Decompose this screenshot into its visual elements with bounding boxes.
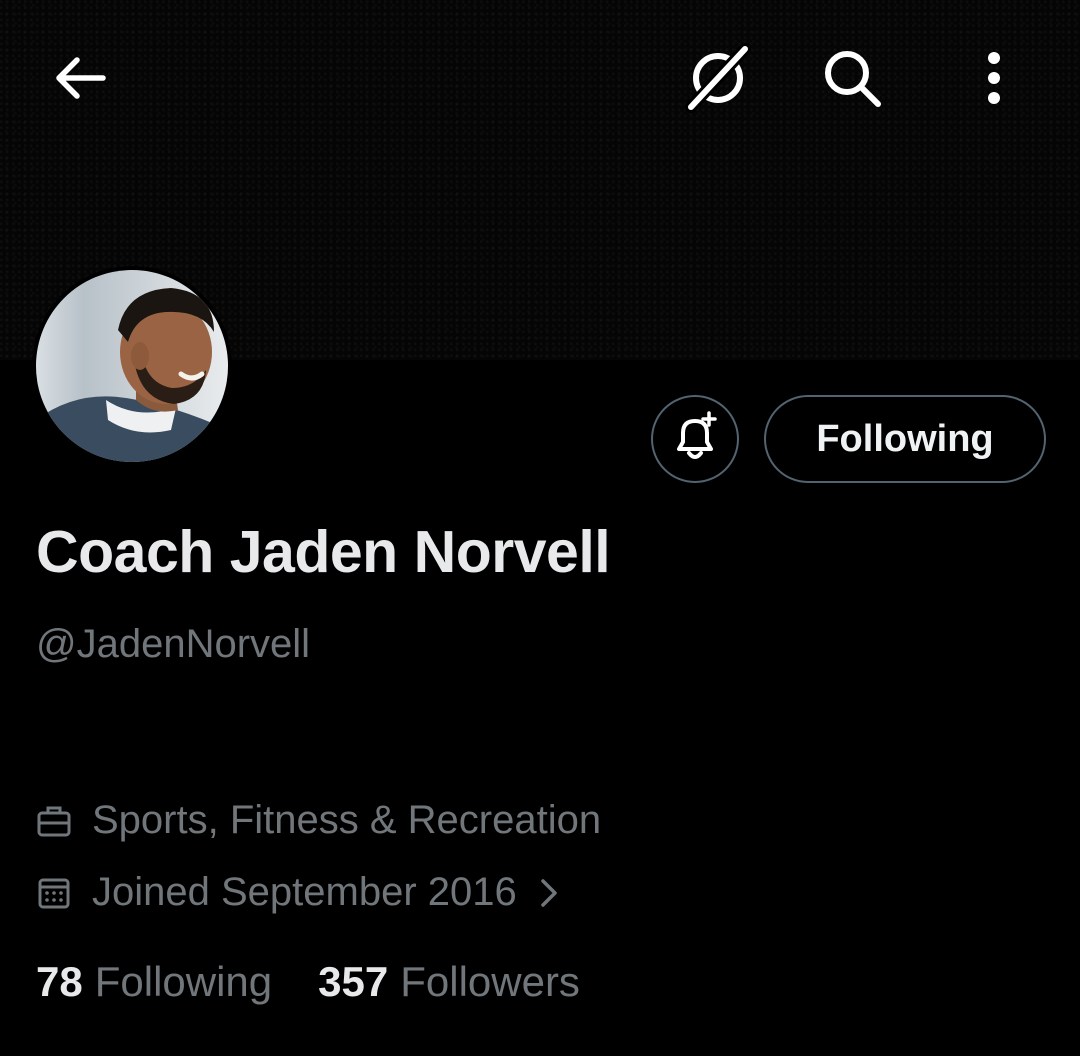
user-handle: @JadenNorvell: [36, 622, 311, 666]
back-button[interactable]: [44, 44, 116, 116]
followers-count: 357: [318, 958, 389, 1005]
search-button[interactable]: [816, 44, 888, 116]
calendar-icon: [36, 875, 72, 911]
display-name: Coach Jaden Norvell: [36, 519, 611, 585]
followers-count-link[interactable]: 357 Followers: [318, 958, 580, 1006]
more-options-button[interactable]: [958, 44, 1030, 116]
search-icon: [820, 46, 884, 115]
more-vertical-icon: [984, 50, 1004, 111]
grok-icon: [683, 42, 753, 118]
profile-page: Following Coach Jaden Norvell @JadenNorv…: [0, 0, 1080, 1056]
joined-text: Joined September 2016: [92, 870, 517, 914]
followers-count-label: Followers: [400, 958, 580, 1005]
joined-date[interactable]: Joined September 2016: [36, 870, 559, 915]
notifications-toggle-button[interactable]: [651, 395, 739, 483]
category-text: Sports, Fitness & Recreation: [92, 798, 602, 842]
avatar-photo: [36, 270, 228, 462]
following-button-label: Following: [816, 417, 994, 460]
briefcase-icon: [36, 803, 72, 839]
grok-button[interactable]: [682, 42, 754, 118]
arrow-left-icon: [53, 56, 107, 105]
chevron-right-icon: [539, 877, 559, 909]
bell-plus-icon: [667, 409, 723, 470]
follow-stats: 78 Following 357 Followers: [36, 958, 580, 1006]
profile-category: Sports, Fitness & Recreation: [36, 798, 601, 843]
following-count: 78: [36, 958, 83, 1005]
avatar[interactable]: [36, 270, 228, 462]
following-button[interactable]: Following: [764, 395, 1046, 483]
following-count-link[interactable]: 78 Following: [36, 958, 272, 1006]
following-count-label: Following: [94, 958, 273, 1005]
